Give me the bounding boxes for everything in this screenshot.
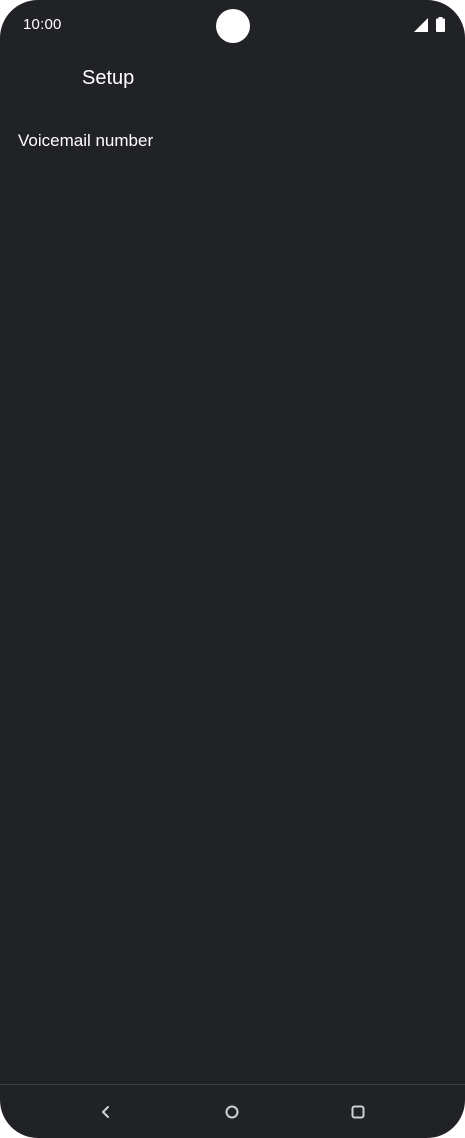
voicemail-number-setting[interactable]: Voicemail number [0, 118, 465, 166]
recents-button[interactable] [343, 1097, 373, 1127]
camera-cutout [216, 9, 250, 43]
back-button[interactable] [91, 1097, 121, 1127]
home-button[interactable] [217, 1097, 247, 1127]
status-bar: 10:00 [0, 0, 465, 52]
page-title: Setup [82, 67, 135, 89]
back-icon [100, 1105, 112, 1119]
status-time: 10:00 [23, 16, 62, 33]
voicemail-number-label: Voicemail number [18, 131, 154, 150]
status-icons [414, 17, 445, 32]
recents-icon [350, 1104, 366, 1120]
phone-screen: 10:00 Setup Voicemail number [0, 0, 465, 1138]
battery-icon [436, 17, 445, 32]
navigation-bar [0, 1084, 465, 1138]
signal-icon [414, 17, 428, 32]
home-icon [224, 1104, 240, 1120]
app-bar: Setup [0, 52, 465, 108]
